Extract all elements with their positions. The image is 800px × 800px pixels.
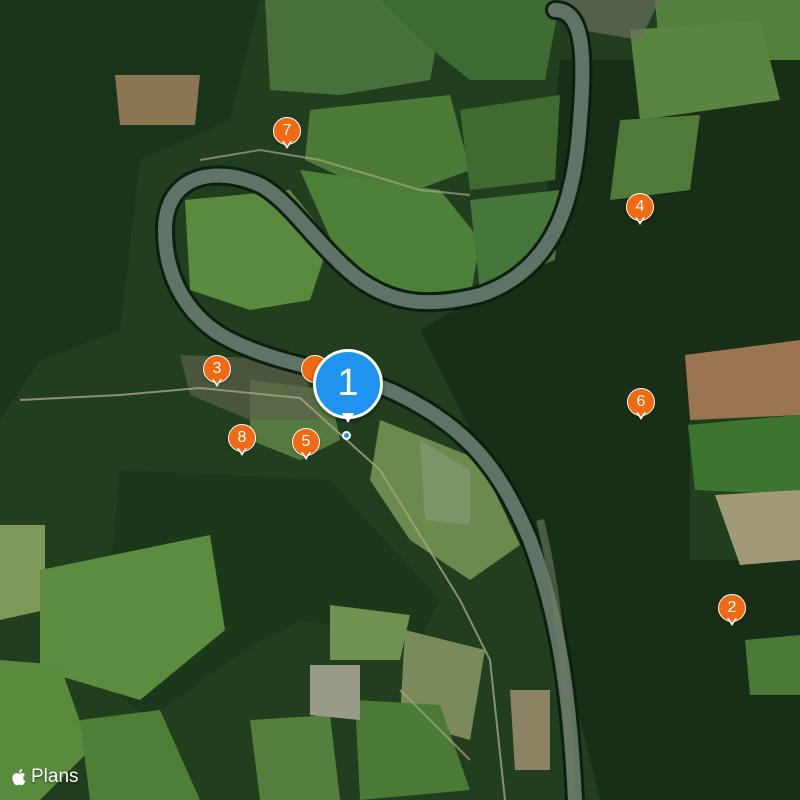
selected-map-marker-1[interactable]: 1	[313, 349, 383, 423]
marker-pointer	[237, 447, 247, 456]
map-marker-7[interactable]: 7	[273, 117, 303, 157]
marker-pointer	[212, 378, 222, 387]
satellite-map[interactable]: 2 3 4 5 6 7 8 1 Plans	[0, 0, 800, 800]
marker-pointer	[636, 411, 646, 420]
map-marker-2[interactable]: 2	[718, 594, 748, 634]
map-attribution[interactable]: Plans	[12, 766, 79, 788]
map-marker-6[interactable]: 6	[627, 388, 657, 428]
map-marker-4[interactable]: 4	[626, 193, 656, 233]
apple-logo-icon	[12, 769, 26, 786]
marker-pointer	[301, 451, 311, 460]
attribution-text: Plans	[31, 766, 79, 787]
map-marker-3[interactable]: 3	[203, 355, 233, 395]
marker-pointer	[282, 140, 292, 149]
map-marker-8[interactable]: 8	[228, 424, 258, 464]
map-marker-5[interactable]: 5	[292, 428, 322, 468]
selected-marker-label: 1	[313, 349, 383, 419]
selected-marker-pointer	[342, 413, 354, 423]
marker-pointer	[635, 216, 645, 225]
marker-pointer	[727, 617, 737, 626]
satellite-imagery[interactable]	[0, 0, 800, 800]
location-dot	[342, 431, 351, 440]
